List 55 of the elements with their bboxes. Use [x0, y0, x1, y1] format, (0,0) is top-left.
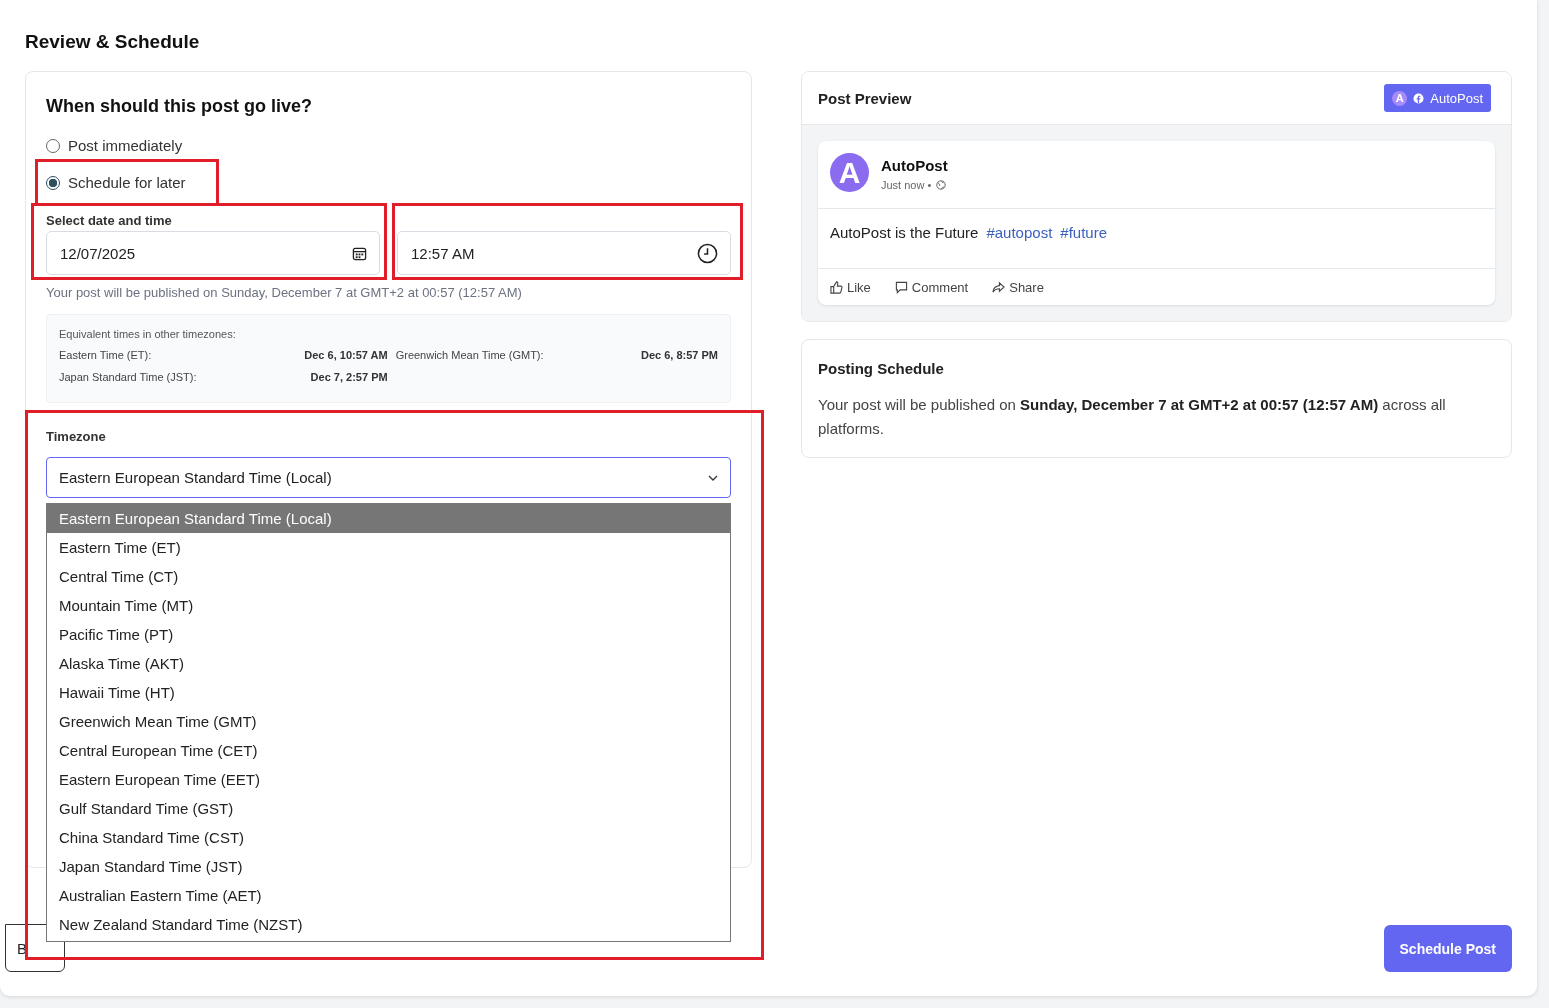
post-action-button[interactable]: Share: [992, 279, 1044, 295]
dropdown-option[interactable]: Greenwich Mean Time (GMT): [47, 706, 730, 736]
timezone-time: Dec 7, 2:57 PM: [309, 371, 388, 383]
question-heading: When should this post go live?: [46, 96, 313, 117]
globe-icon: [936, 180, 947, 190]
share-arrow-icon: [992, 280, 1006, 294]
dropdown-option[interactable]: Eastern European Standard Time (Local): [47, 503, 730, 533]
dropdown-option[interactable]: Mountain Time (MT): [47, 590, 730, 620]
account-name: AutoPost: [881, 157, 948, 174]
radio-label[interactable]: Schedule for later: [68, 174, 186, 191]
dropdown-option[interactable]: Eastern Time (ET): [47, 532, 730, 562]
speech-bubble-icon: [894, 280, 908, 294]
dropdown-option[interactable]: Hawaii Time (HT): [47, 677, 730, 707]
time-field[interactable]: 12:57 AM: [397, 231, 731, 275]
card-title: Post Preview: [818, 89, 912, 107]
dropdown-option[interactable]: Central Time (CT): [47, 561, 730, 591]
clock-icon[interactable]: [697, 242, 718, 264]
dropdown-option[interactable]: Eastern European Time (EET): [47, 764, 730, 794]
field-label: Select date and time: [46, 213, 173, 230]
dropdown-option[interactable]: Australian Eastern Time (AET): [47, 880, 730, 910]
post-time: Just now •: [881, 179, 932, 191]
card-title: Posting Schedule: [818, 360, 945, 377]
radio-button[interactable]: [46, 175, 60, 190]
calendar-icon[interactable]: [352, 245, 367, 261]
avatar-logo: A: [830, 153, 869, 192]
timezone-name: Japan Standard Time (JST):: [59, 371, 198, 383]
timezone-time: Dec 6, 8:57 PM: [640, 349, 718, 361]
facebook-icon: [1413, 92, 1425, 104]
equivalents-heading: Equivalent times in other timezones:: [59, 328, 237, 340]
radio-label[interactable]: Post immediately: [68, 137, 183, 154]
logo-badge: A: [1392, 90, 1408, 106]
timezone-select[interactable]: Eastern European Standard Time (Local): [46, 457, 731, 498]
post-action-button[interactable]: Comment: [894, 279, 969, 295]
field-label: Timezone: [46, 429, 107, 446]
schedule-summary: Your post will be published on Sunday, December 7 at GMT+2 at 00:57 (12:57 AM) across all platforms.: [818, 395, 1447, 439]
page-title: Review & Schedule: [25, 30, 201, 53]
timezone-time: Dec 6, 10:57 AM: [304, 349, 388, 361]
post-action-button[interactable]: Like: [830, 279, 871, 295]
dropdown-option[interactable]: Japan Standard Time (JST): [47, 851, 730, 881]
post-text: AutoPost is the Future: [830, 224, 979, 243]
dropdown-option[interactable]: Pacific Time (PT): [47, 619, 730, 649]
hashtag-link[interactable]: #future: [1060, 224, 1107, 268]
dropdown-option[interactable]: Central European Time (CET): [47, 735, 730, 765]
date-field[interactable]: 12/07/2025: [46, 231, 380, 275]
timezone-name: Greenwich Mean Time (GMT):: [395, 349, 545, 361]
schedule-post-button[interactable]: Schedule Post: [1383, 925, 1512, 972]
dropdown-option[interactable]: China Standard Time (CST): [47, 822, 730, 852]
chevron-down-icon: [708, 474, 718, 481]
dropdown-option[interactable]: Gulf Standard Time (GST): [47, 793, 730, 823]
publish-note: Your post will be published on Sunday, December 7 at GMT+2 at 00:57 (12:57 AM): [46, 285, 523, 300]
hashtag-link[interactable]: #autopost: [986, 224, 1053, 268]
timezone-name: Eastern Time (ET):: [59, 349, 153, 361]
platform-badge: A AutoPost: [1384, 84, 1491, 112]
dropdown-option[interactable]: Alaska Time (AKT): [47, 648, 730, 678]
thumbs-up-icon: [830, 280, 843, 294]
